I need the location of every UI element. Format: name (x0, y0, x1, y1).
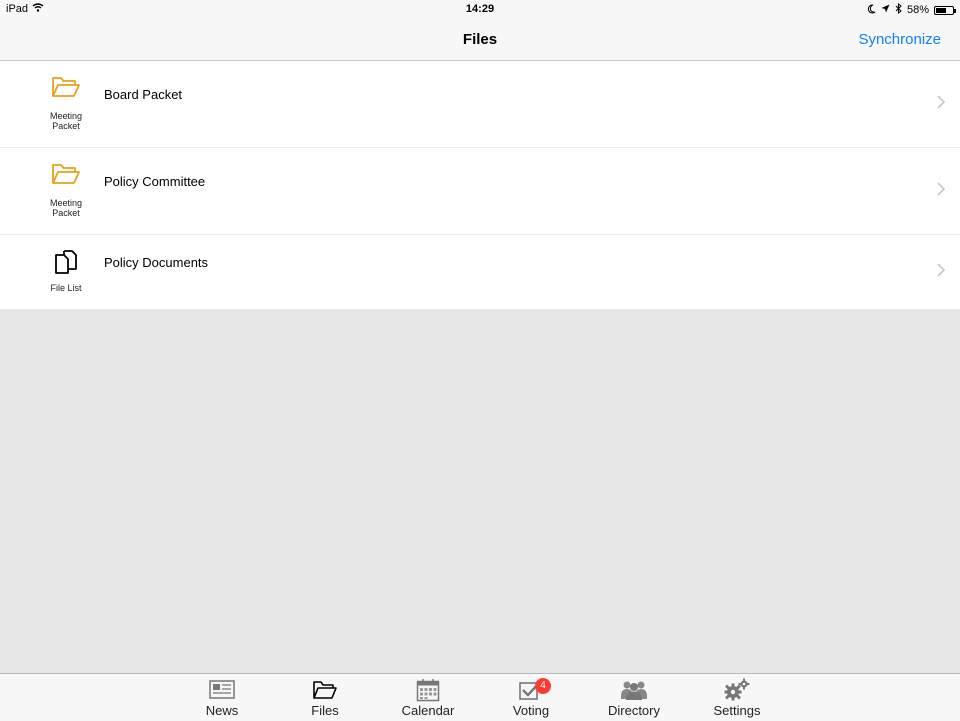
newspaper-icon (182, 676, 262, 704)
synchronize-button[interactable]: Synchronize (858, 31, 941, 48)
checkbox-icon (491, 676, 571, 704)
tab-files[interactable]: Files (285, 676, 365, 720)
tab-label: Directory (607, 703, 660, 718)
moon-icon (867, 3, 876, 17)
item-title: Policy Committee (104, 174, 206, 189)
item-title: Board Packet (104, 87, 183, 102)
item-type-label: Meeting Packet (36, 111, 96, 131)
files-list: Meeting Packet Board Packet Meeting Pack… (0, 61, 960, 309)
list-item-board-packet[interactable]: Meeting Packet Board Packet (0, 61, 960, 148)
tab-label: Voting (512, 703, 550, 718)
tab-bar: News Files Calendar 4 Voting Directory S… (0, 673, 960, 721)
list-item-policy-committee[interactable]: Meeting Packet Policy Committee (0, 148, 960, 235)
status-right: 58% (867, 2, 956, 17)
tab-news[interactable]: News (182, 676, 262, 720)
item-type-line: Packet (52, 121, 80, 131)
tab-label: News (205, 703, 239, 718)
item-type-line: Meeting (49, 198, 83, 208)
tab-voting[interactable]: 4 Voting (491, 676, 571, 720)
chevron-right-icon (936, 263, 946, 277)
tab-label: Files (311, 703, 339, 718)
tab-calendar[interactable]: Calendar (388, 676, 468, 720)
list-item-policy-documents[interactable]: File List Policy Documents (0, 235, 960, 309)
item-type-line: Meeting (49, 111, 83, 121)
folder-icon (46, 75, 86, 105)
battery-percent: 58% (906, 4, 929, 16)
status-bar: iPad 14:29 58% (0, 0, 960, 20)
folder-icon (46, 162, 86, 192)
location-icon (881, 4, 890, 16)
gears-icon (697, 676, 777, 704)
item-type-label: Meeting Packet (36, 198, 96, 218)
chevron-right-icon (936, 182, 946, 196)
bluetooth-icon (895, 2, 902, 17)
battery-icon (934, 5, 956, 15)
calendar-icon (388, 676, 468, 704)
tab-settings[interactable]: Settings (697, 676, 777, 720)
tab-directory[interactable]: Directory (594, 676, 674, 720)
item-type-line: Packet (52, 208, 80, 218)
people-icon (594, 676, 674, 704)
folder-icon (285, 676, 365, 704)
page-title: Files (462, 31, 498, 48)
chevron-right-icon (936, 95, 946, 109)
tab-label: Calendar (401, 703, 455, 718)
status-time: 14:29 (465, 3, 495, 15)
tab-label: Settings (713, 703, 761, 718)
file-list-icon (46, 249, 86, 279)
notification-badge: 4 (535, 678, 551, 694)
item-title: Policy Documents (104, 255, 209, 270)
item-type-label: File List (50, 283, 82, 293)
navigation-bar: Files Synchronize (0, 20, 960, 61)
